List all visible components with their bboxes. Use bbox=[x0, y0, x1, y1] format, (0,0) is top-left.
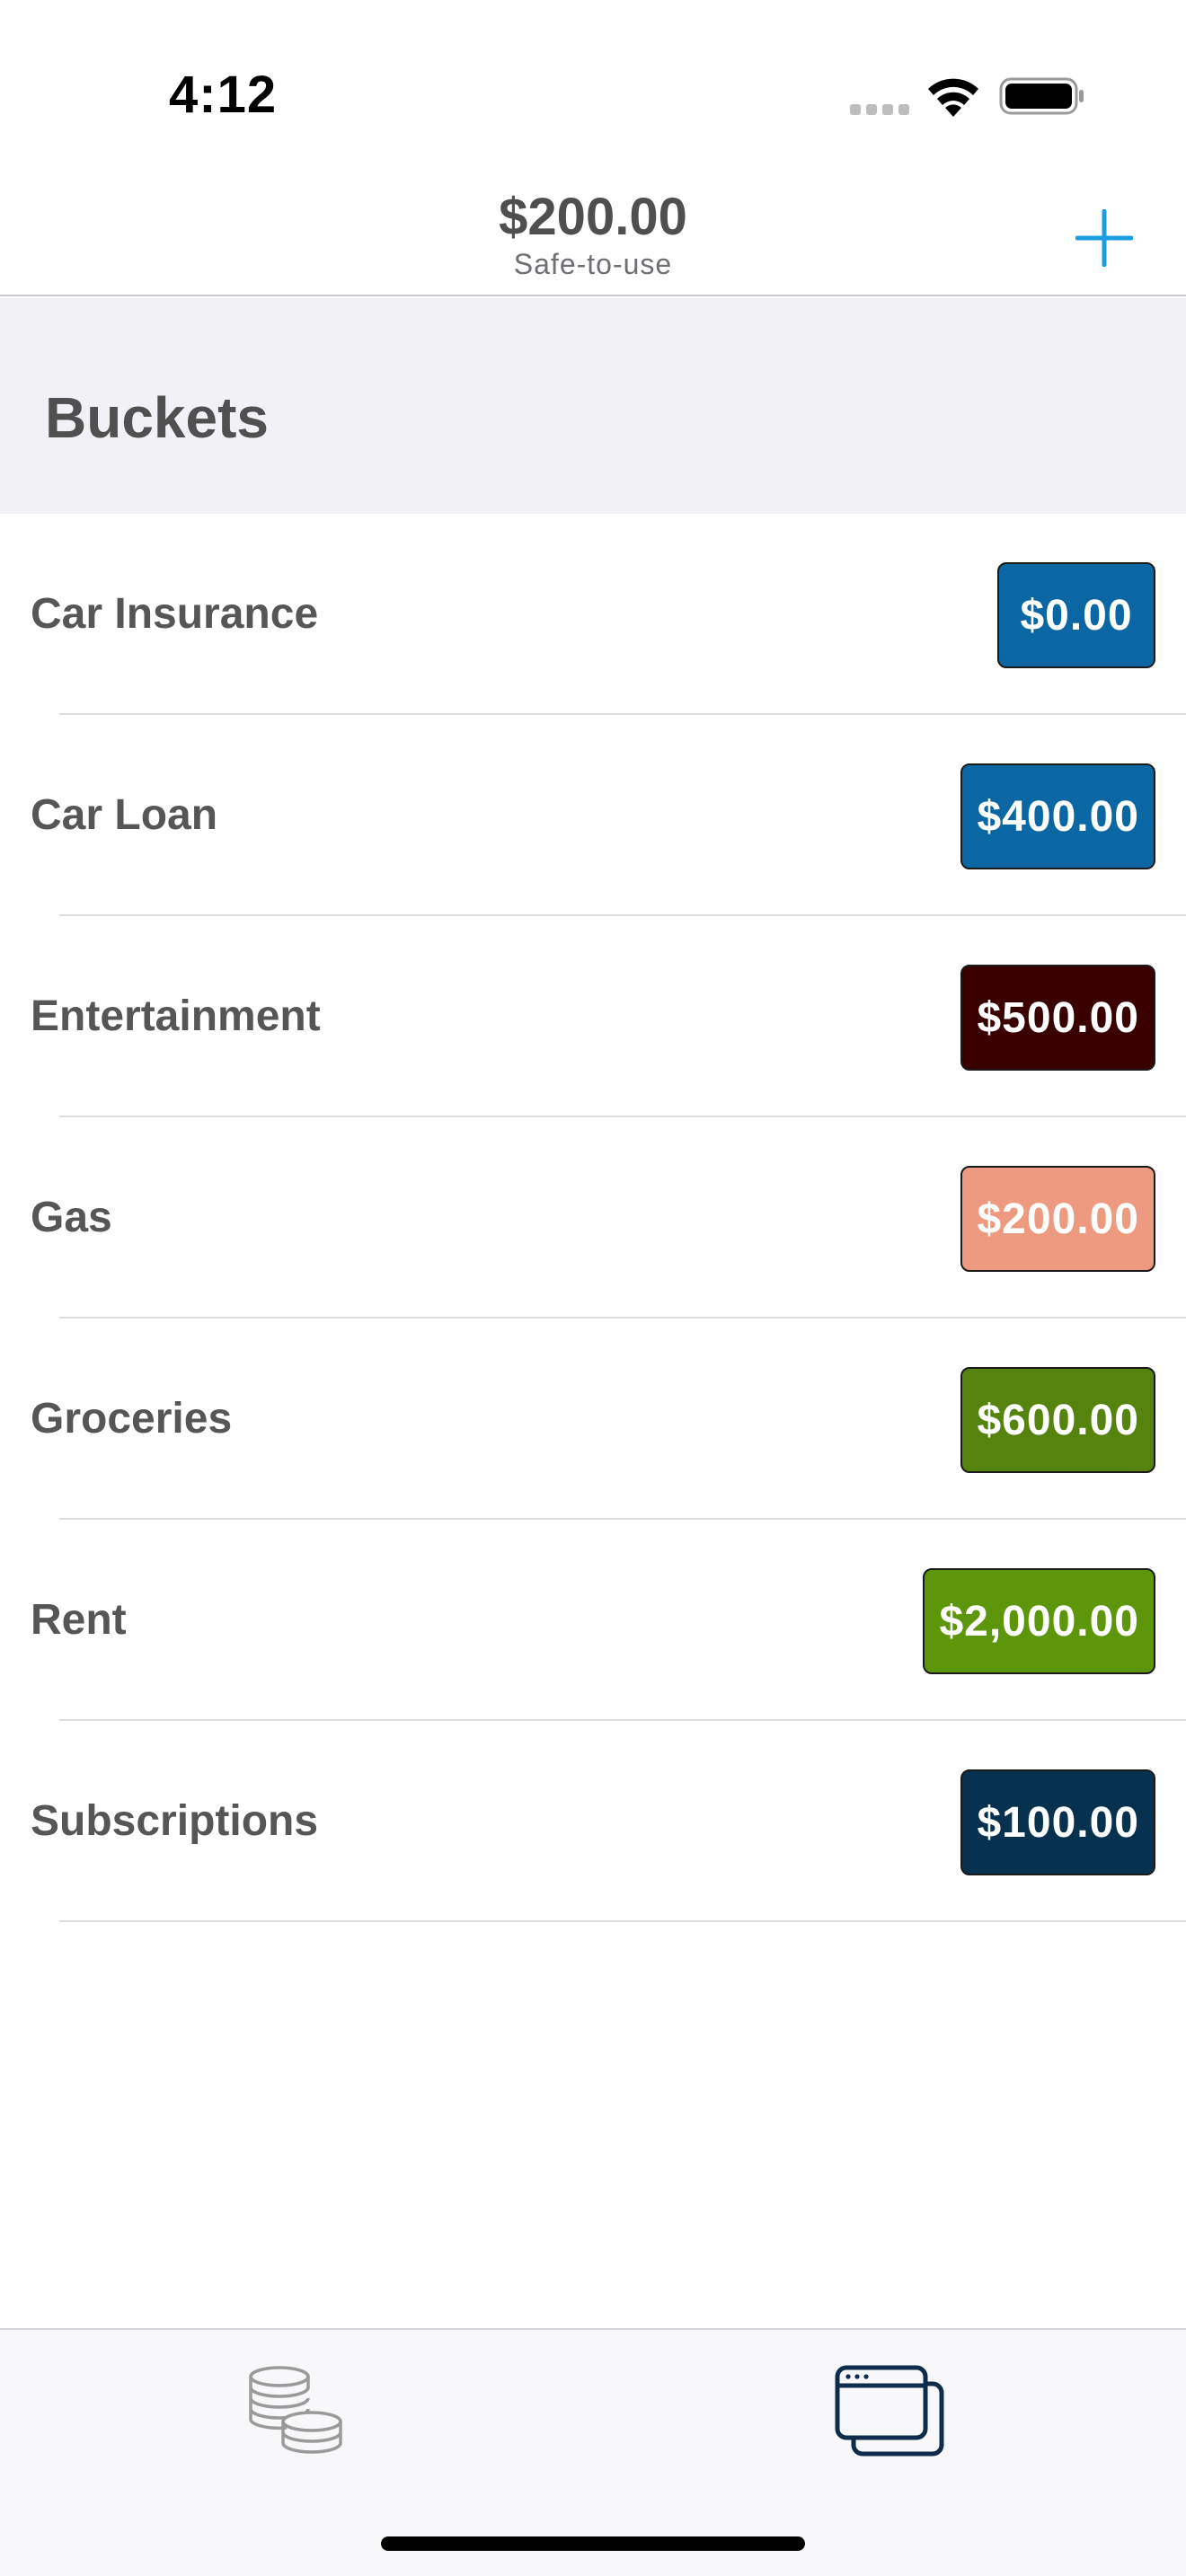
status-bar: 4:12 bbox=[0, 0, 1186, 171]
screen: 4:12 $200.00 Safe-to-use Buckets Car Ins… bbox=[0, 0, 1186, 2576]
windows-icon bbox=[835, 2365, 944, 2457]
bucket-row[interactable]: Gas $200.00 bbox=[0, 1117, 1186, 1319]
bucket-name: Rent bbox=[31, 1596, 127, 1644]
section-title: Buckets bbox=[45, 385, 269, 450]
bucket-name: Groceries bbox=[31, 1395, 233, 1442]
bucket-amount-badge: $2,000.00 bbox=[923, 1568, 1155, 1674]
bucket-row[interactable]: Groceries $600.00 bbox=[0, 1319, 1186, 1520]
bucket-row[interactable]: Entertainment $500.00 bbox=[0, 916, 1186, 1117]
bucket-amount-badge: $100.00 bbox=[960, 1769, 1155, 1875]
cellular-signal-icon bbox=[850, 104, 909, 115]
bucket-amount-badge: $0.00 bbox=[997, 562, 1155, 668]
bucket-name: Car Loan bbox=[31, 791, 218, 839]
coins-icon bbox=[249, 2366, 342, 2454]
bucket-row[interactable]: Car Insurance $0.00 bbox=[0, 514, 1186, 715]
bucket-amount-badge: $500.00 bbox=[960, 965, 1155, 1071]
tab-accounts[interactable] bbox=[0, 2330, 593, 2492]
home-indicator bbox=[381, 2536, 805, 2551]
add-bucket-button[interactable] bbox=[1064, 198, 1145, 278]
bucket-row[interactable]: Rent $2,000.00 bbox=[0, 1520, 1186, 1721]
navigation-header: $200.00 Safe-to-use bbox=[0, 171, 1186, 296]
bucket-name: Subscriptions bbox=[31, 1797, 319, 1845]
bucket-amount-badge: $200.00 bbox=[960, 1166, 1155, 1272]
bucket-row[interactable]: Subscriptions $100.00 bbox=[0, 1721, 1186, 1922]
buckets-section-header: Buckets bbox=[0, 298, 1186, 514]
wifi-icon bbox=[928, 78, 978, 117]
bucket-list: Car Insurance $0.00 Car Loan $400.00 Enterta… bbox=[0, 514, 1186, 1922]
bucket-name: Entertainment bbox=[31, 992, 321, 1040]
bucket-name: Car Insurance bbox=[31, 590, 319, 638]
bucket-amount-badge: $400.00 bbox=[960, 763, 1155, 869]
battery-icon bbox=[999, 77, 1084, 115]
bucket-name: Gas bbox=[31, 1194, 112, 1241]
status-time: 4:12 bbox=[169, 66, 278, 124]
safe-to-use-label: Safe-to-use bbox=[513, 248, 673, 280]
tab-buckets[interactable] bbox=[593, 2330, 1186, 2492]
plus-icon bbox=[1075, 209, 1133, 267]
bucket-amount-badge: $600.00 bbox=[960, 1367, 1155, 1473]
bucket-row[interactable]: Car Loan $400.00 bbox=[0, 715, 1186, 916]
safe-to-use-amount: $200.00 bbox=[499, 188, 687, 246]
